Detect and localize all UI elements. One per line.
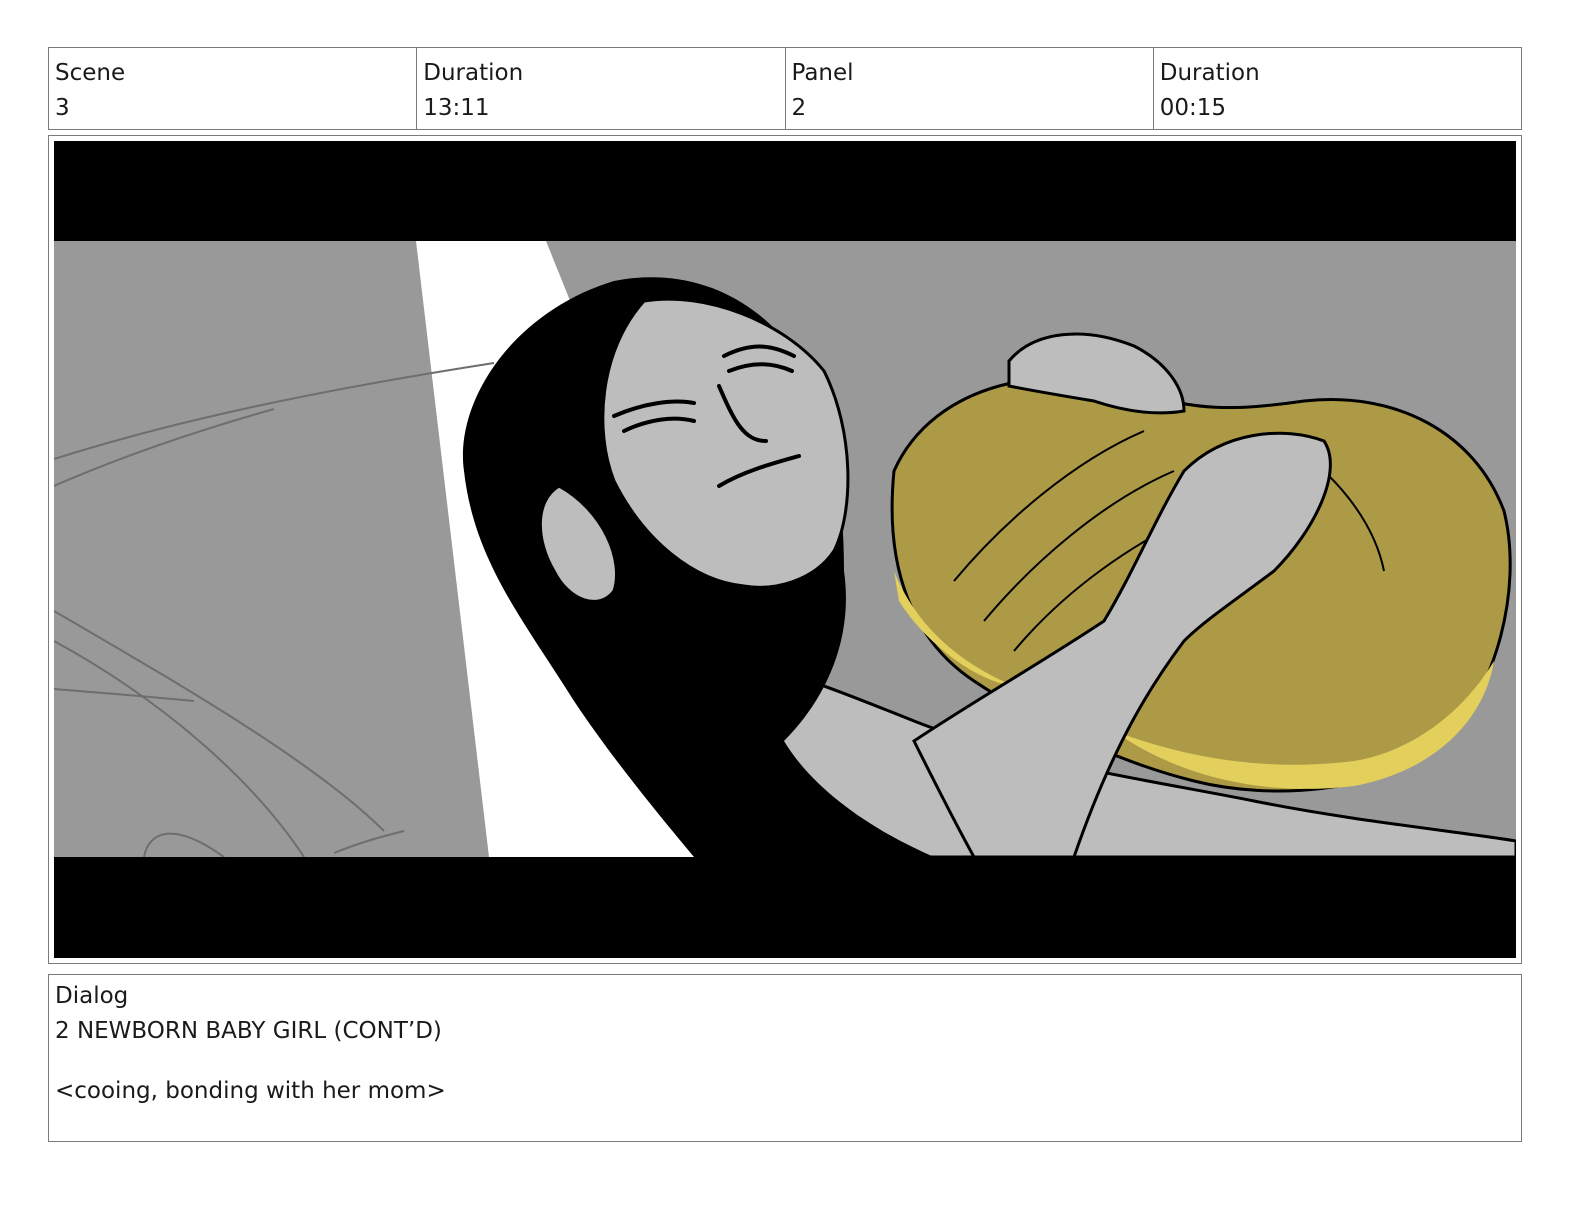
panel-duration-cell: Duration 00:15	[1154, 48, 1521, 129]
scene-duration-cell: Duration 13:11	[417, 48, 786, 129]
panel-label: Panel	[791, 60, 854, 86]
scene-cell: Scene 3	[49, 48, 418, 129]
scene-duration-label: Duration	[423, 60, 524, 86]
dialog-spacer	[55, 1049, 1521, 1074]
panel-sketch	[54, 141, 1516, 958]
storyboard-panel-image	[54, 141, 1516, 958]
scene-number: 3	[55, 95, 70, 121]
dialog-speaker: 2 NEWBORN BABY GIRL (CONT’D)	[55, 1018, 442, 1044]
storyboard-panel-frame	[48, 135, 1522, 964]
letterbox-bottom	[54, 857, 1516, 958]
panel-cell: Panel 2	[786, 48, 1154, 129]
letterbox-top	[54, 141, 1516, 241]
panel-duration-label: Duration	[1159, 60, 1260, 86]
storyboard-info-table: Scene 3 Duration 13:11 Panel 2 Duration …	[48, 47, 1522, 130]
scene-label: Scene	[55, 60, 126, 86]
dialog-text: <cooing, bonding with her mom>	[55, 1078, 446, 1104]
scene-duration-value: 13:11	[423, 95, 490, 121]
dialog-label: Dialog	[55, 983, 129, 1009]
dialog-box: Dialog 2 NEWBORN BABY GIRL (CONT’D) <coo…	[48, 974, 1522, 1142]
panel-duration-value: 00:15	[1159, 95, 1227, 121]
panel-number: 2	[791, 95, 807, 121]
